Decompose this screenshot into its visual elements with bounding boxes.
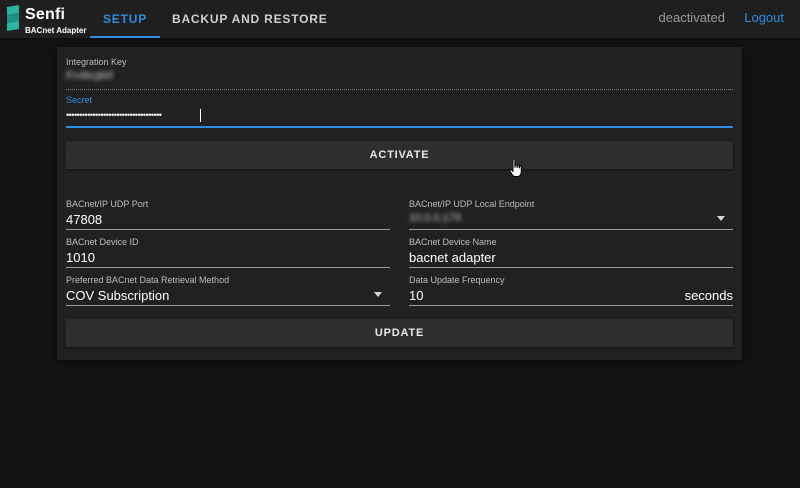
retrieval-method-label: Preferred BACnet Data Retrieval Method [66, 275, 230, 285]
brand-logo[interactable]: Senfi BACnet Adapter [5, 5, 95, 35]
device-name-input[interactable]: bacnet adapter [409, 250, 496, 265]
device-name-field[interactable]: BACnet Device Name bacnet adapter [409, 237, 733, 269]
integration-key-underline [66, 89, 733, 90]
senfi-logo-icon [7, 5, 19, 31]
brand-subtitle: BACnet Adapter [25, 26, 87, 35]
integration-key-label: Integration Key [66, 57, 127, 67]
activate-button[interactable]: ACTIVATE [66, 141, 733, 169]
secret-field[interactable]: Secret •••••••••••••••••••••••••••••••••… [66, 95, 733, 129]
activation-status: deactivated [658, 10, 726, 25]
device-id-field[interactable]: BACnet Device ID 1010 [66, 237, 390, 269]
update-frequency-unit: seconds [684, 288, 733, 303]
local-endpoint-value[interactable]: 10.0.0.179 [409, 212, 461, 224]
tab-setup[interactable]: SETUP [90, 0, 160, 38]
retrieval-method-value[interactable]: COV Subscription [66, 288, 169, 303]
top-app-bar: Senfi BACnet Adapter SETUP BACKUP AND RE… [0, 0, 800, 38]
local-endpoint-label: BACnet/IP UDP Local Endpoint [409, 199, 535, 209]
update-frequency-input[interactable]: 10 [409, 288, 423, 303]
text-caret [200, 109, 201, 122]
retrieval-method-select[interactable]: Preferred BACnet Data Retrieval Method C… [66, 275, 390, 307]
local-endpoint-select[interactable]: BACnet/IP UDP Local Endpoint 10.0.0.179 [409, 199, 733, 231]
device-id-input[interactable]: 1010 [66, 250, 95, 265]
secret-label: Secret [66, 95, 93, 105]
device-id-underline [66, 267, 390, 268]
setup-card: Integration Key Fn4bcjkkf Secret •••••••… [57, 47, 742, 360]
local-endpoint-underline [409, 229, 733, 230]
secret-input[interactable]: •••••••••••••••••••••••••••••••••••• [66, 110, 162, 120]
brand-name: Senfi [25, 6, 66, 23]
udp-port-underline [66, 229, 390, 230]
dropdown-arrow-icon[interactable] [717, 216, 725, 221]
udp-port-label: BACnet/IP UDP Port [66, 199, 149, 209]
retrieval-method-underline [66, 305, 390, 306]
udp-port-field[interactable]: BACnet/IP UDP Port 47808 [66, 199, 390, 231]
device-name-underline [409, 267, 733, 268]
update-frequency-label: Data Update Frequency [409, 275, 505, 285]
udp-port-input[interactable]: 47808 [66, 212, 102, 227]
integration-key-field[interactable]: Integration Key Fn4bcjkkf [66, 57, 733, 91]
update-frequency-underline [409, 305, 733, 306]
logout-link[interactable]: Logout [744, 10, 784, 25]
device-name-label: BACnet Device Name [409, 237, 497, 247]
device-id-label: BACnet Device ID [66, 237, 139, 247]
hand-pointer-cursor-icon [509, 158, 522, 177]
integration-key-value[interactable]: Fn4bcjkkf [66, 70, 113, 82]
dropdown-arrow-icon[interactable] [374, 292, 382, 297]
update-frequency-field[interactable]: Data Update Frequency 10 seconds [409, 275, 733, 307]
tab-backup-and-restore[interactable]: BACKUP AND RESTORE [172, 0, 328, 38]
secret-underline [66, 126, 733, 128]
update-button[interactable]: UPDATE [66, 319, 733, 347]
